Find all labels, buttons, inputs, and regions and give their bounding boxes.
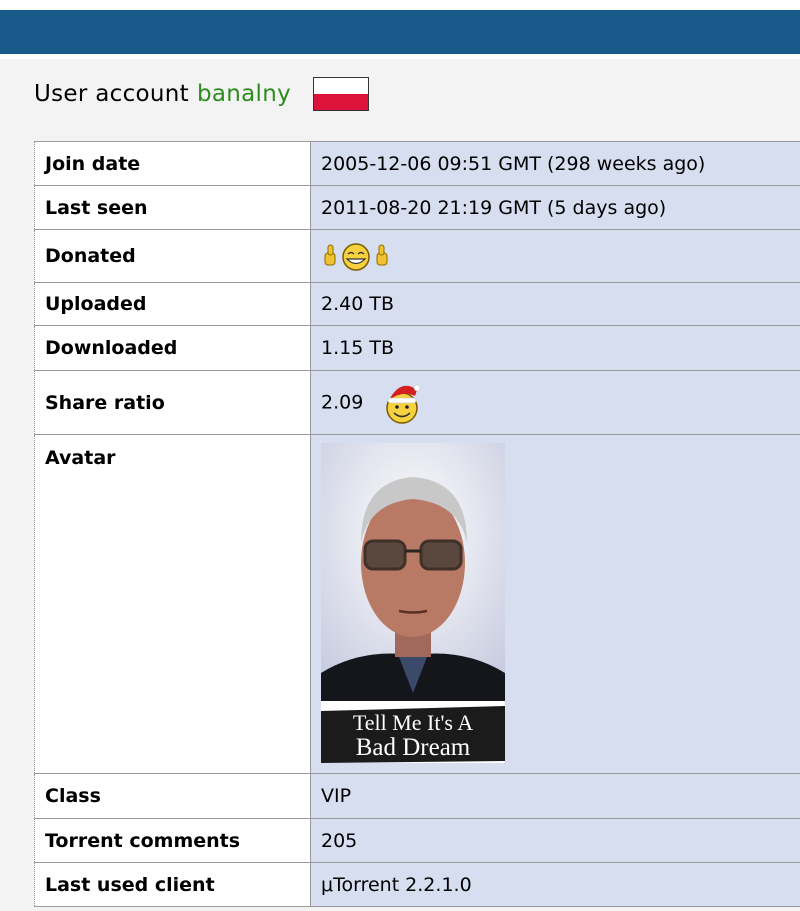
row-label: Join date [35,142,311,186]
row-label: Share ratio [35,371,311,435]
row-value: Tell Me It's A Bad Dream [311,435,800,774]
row-value: VIP [311,774,800,819]
row-value: μTorrent 2.2.1.0 [311,863,800,907]
username-link[interactable]: banalny [197,81,291,107]
row-value [311,230,800,283]
santa-hat-smiley-icon [383,380,423,426]
table-row: Class VIP [35,774,800,819]
page-title: User account banalny [34,77,369,111]
row-label: Last seen [35,186,311,230]
table-row: Share ratio 2.09 [35,371,800,435]
top-strip [0,0,800,10]
avatar-caption-line2: Bad Dream [356,734,471,761]
row-value: 2.40 TB [311,283,800,326]
header-bar [0,10,800,54]
row-label: Class [35,774,311,819]
row-label: Downloaded [35,326,311,371]
table-row: Join date 2005-12-06 09:51 GMT (298 week… [35,142,800,186]
table-row: Last seen 2011-08-20 21:19 GMT (5 days a… [35,186,800,230]
row-label: Uploaded [35,283,311,326]
poland-flag-icon [313,77,369,111]
row-label: Donated [35,230,311,283]
table-row: Torrent comments 205 [35,819,800,863]
row-label: Torrent comments [35,819,311,863]
row-label: Last used client [35,863,311,907]
title-prefix: User account [34,81,189,107]
table-row: Uploaded 2.40 TB [35,283,800,326]
table-row: Donated [35,230,800,283]
profile-content: User account banalny Join date 2005-12-0… [0,56,800,911]
row-value: 1.15 TB [311,326,800,371]
avatar: Tell Me It's A Bad Dream [321,443,505,763]
table-row: Last used client μTorrent 2.2.1.0 [35,863,800,907]
row-value: 205 [311,819,800,863]
row-value: 2011-08-20 21:19 GMT (5 days ago) [311,186,800,230]
thumbs-up-smiley-icon [321,239,391,273]
user-info-table: Join date 2005-12-06 09:51 GMT (298 week… [34,141,800,907]
row-label: Avatar [35,435,311,774]
share-ratio-value: 2.09 [321,391,363,413]
table-row: Downloaded 1.15 TB [35,326,800,371]
row-value: 2.09 [311,371,800,435]
avatar-image: Tell Me It's A Bad Dream [321,443,505,763]
table-row: Avatar [35,435,800,774]
row-value: 2005-12-06 09:51 GMT (298 weeks ago) [311,142,800,186]
avatar-caption-line1: Tell Me It's A [353,710,473,735]
